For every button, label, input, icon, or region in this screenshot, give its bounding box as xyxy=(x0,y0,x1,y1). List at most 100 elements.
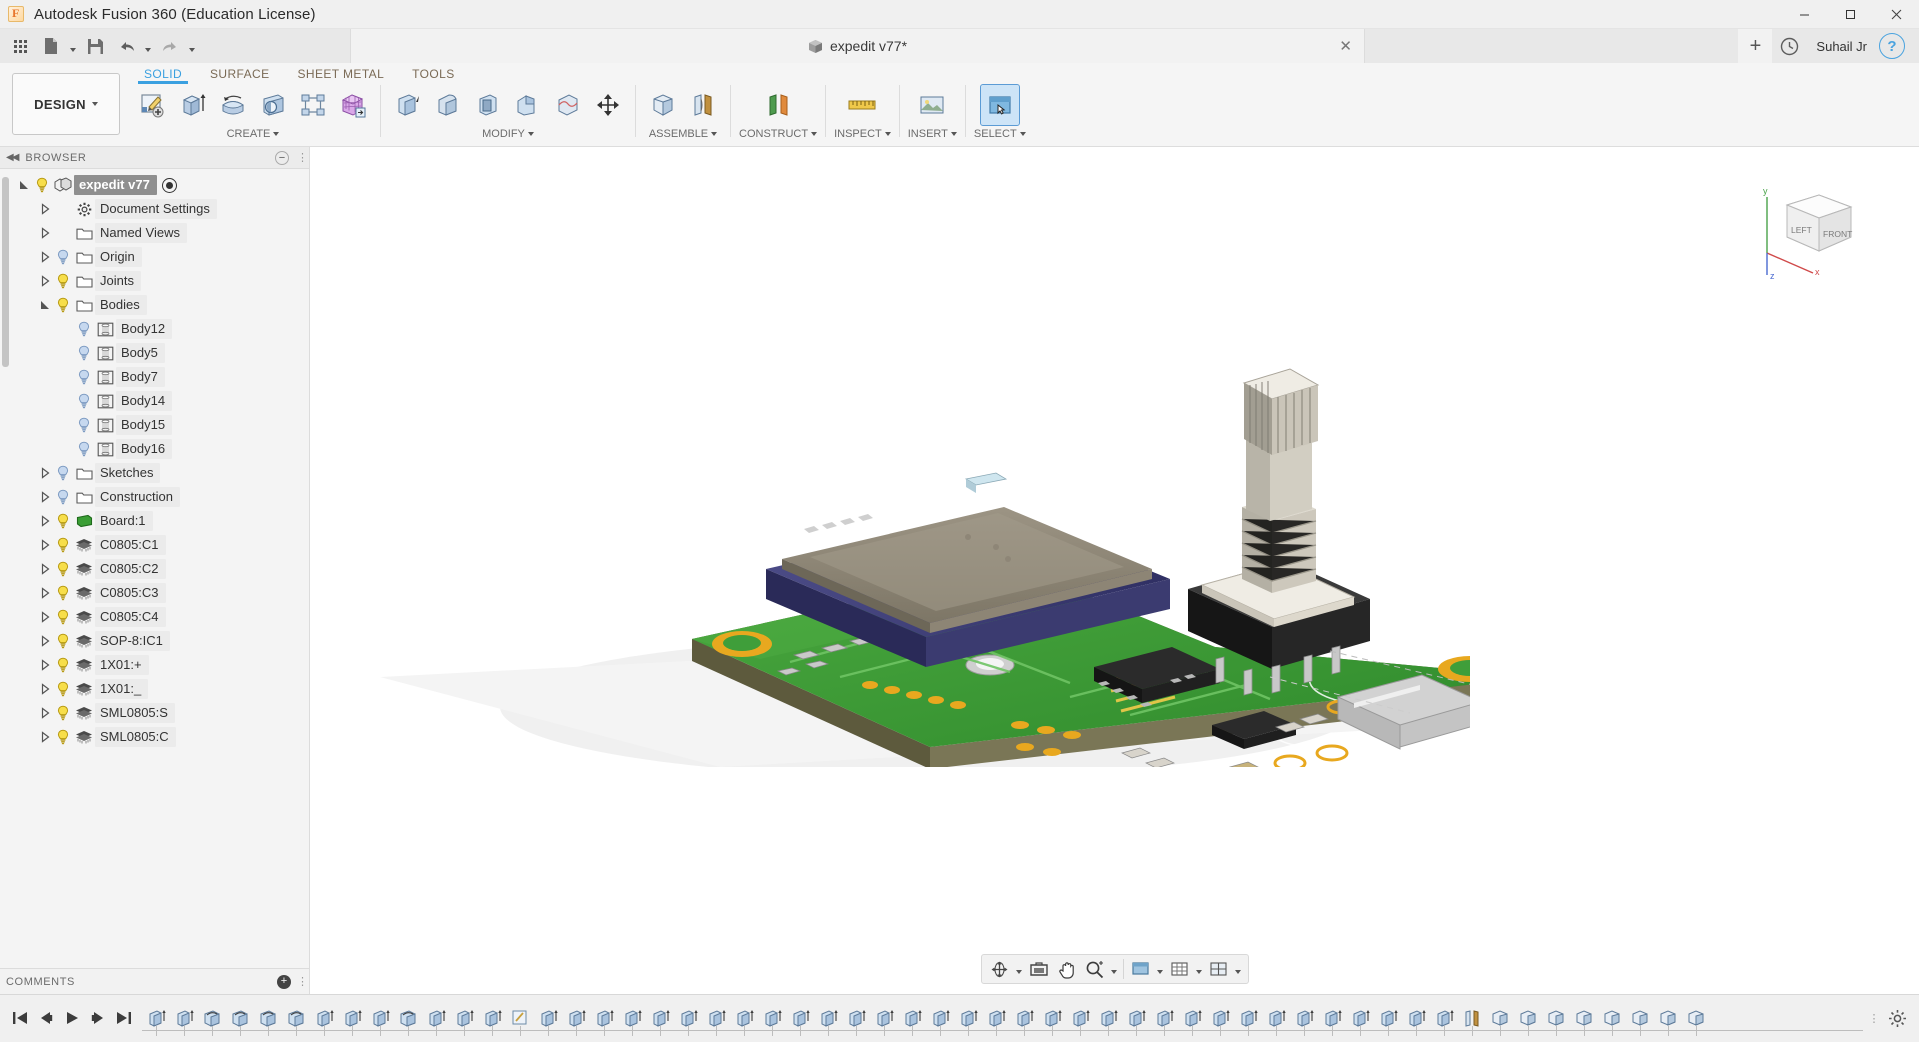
timeline-extrude-feature[interactable] xyxy=(534,995,562,1042)
timeline-extrude-feature[interactable] xyxy=(1346,995,1374,1042)
visibility-bulb-icon[interactable] xyxy=(32,173,52,197)
visibility-bulb-icon[interactable] xyxy=(53,653,73,677)
timeline-step-forward[interactable] xyxy=(86,1005,110,1031)
undo-icon[interactable] xyxy=(111,32,141,60)
visibility-bulb-icon[interactable] xyxy=(53,293,73,317)
create-mesh-button[interactable] xyxy=(334,85,372,125)
tree-item-body7[interactable]: Body7 xyxy=(0,365,309,389)
timeline-extrude-feature[interactable] xyxy=(1262,995,1290,1042)
app-grid-icon[interactable] xyxy=(5,32,35,60)
close-document-tab-button[interactable]: ✕ xyxy=(1339,37,1352,55)
help-icon[interactable]: ? xyxy=(1879,33,1905,59)
visibility-bulb-icon[interactable] xyxy=(53,533,73,557)
timeline-step-back[interactable] xyxy=(34,1005,58,1031)
timeline-extrude-feature[interactable] xyxy=(1402,995,1430,1042)
visibility-bulb-icon[interactable] xyxy=(53,677,73,701)
timeline-extrude-feature[interactable] xyxy=(1290,995,1318,1042)
timeline-component-feature[interactable] xyxy=(1570,995,1598,1042)
panel-create-title[interactable]: CREATE xyxy=(227,128,280,140)
pan-hand-icon[interactable] xyxy=(1053,956,1081,982)
tree-item-origin[interactable]: Origin xyxy=(0,245,309,269)
panel-insert-title[interactable]: INSERT xyxy=(908,128,957,140)
timeline-extrude-feature[interactable] xyxy=(1234,995,1262,1042)
timeline-go-end[interactable] xyxy=(112,1005,136,1031)
timeline-extrude-feature[interactable] xyxy=(1010,995,1038,1042)
tree-twisty-collapsed-icon[interactable] xyxy=(37,725,53,749)
tree-twisty-expanded-icon[interactable] xyxy=(37,293,53,317)
tree-twisty-collapsed-icon[interactable] xyxy=(37,245,53,269)
timeline-extrude-feature[interactable] xyxy=(954,995,982,1042)
tree-item-body15[interactable]: Body15 xyxy=(0,413,309,437)
tree-item-c0805-c3[interactable]: C0805:C3 xyxy=(0,581,309,605)
timeline-extrude-feature[interactable] xyxy=(562,995,590,1042)
tree-twisty-collapsed-icon[interactable] xyxy=(37,653,53,677)
timeline-extrude-feature[interactable] xyxy=(786,995,814,1042)
tree-twisty-expanded-icon[interactable] xyxy=(16,173,32,197)
tree-twisty-collapsed-icon[interactable] xyxy=(37,557,53,581)
browser-scrollbar[interactable] xyxy=(2,177,9,367)
split-face-button[interactable] xyxy=(549,85,587,125)
timeline-sketch-feature[interactable] xyxy=(506,995,534,1042)
timeline-component-feature[interactable] xyxy=(1682,995,1710,1042)
timeline-revolve-feature[interactable] xyxy=(394,995,422,1042)
tree-item-document-settings[interactable]: Document Settings xyxy=(0,197,309,221)
move-copy-button[interactable] xyxy=(589,85,627,125)
tree-item-body5[interactable]: Body5 xyxy=(0,341,309,365)
tree-twisty-collapsed-icon[interactable] xyxy=(37,509,53,533)
zoom-magnifier-icon[interactable] xyxy=(1081,956,1109,982)
add-comment-icon[interactable]: + xyxy=(277,974,291,989)
timeline-extrude-feature[interactable] xyxy=(310,995,338,1042)
timeline-extrude-feature[interactable] xyxy=(842,995,870,1042)
display-settings-caret-icon[interactable] xyxy=(1155,956,1166,982)
tree-item-construction[interactable]: Construction xyxy=(0,485,309,509)
timeline-extrude-feature[interactable] xyxy=(1066,995,1094,1042)
timeline-extrude-feature[interactable] xyxy=(870,995,898,1042)
visibility-bulb-icon[interactable] xyxy=(74,317,94,341)
timeline-extrude-feature[interactable] xyxy=(982,995,1010,1042)
undo-caret-icon[interactable] xyxy=(142,32,154,60)
visibility-bulb-icon[interactable] xyxy=(74,365,94,389)
comments-panel[interactable]: COMMENTS + ⋮ xyxy=(0,968,309,994)
panel-select-title[interactable]: SELECT xyxy=(974,128,1026,140)
visibility-bulb-icon[interactable] xyxy=(74,437,94,461)
grid-snaps-caret-icon[interactable] xyxy=(1194,956,1205,982)
tab-surface[interactable]: SURFACE xyxy=(196,63,283,84)
timeline-extrude-feature[interactable] xyxy=(1094,995,1122,1042)
browser-resize-grip[interactable]: ⋮ xyxy=(297,151,308,164)
pcb-model-3d[interactable] xyxy=(370,207,1470,767)
timeline-extrude-feature[interactable] xyxy=(702,995,730,1042)
timeline-extrude-feature[interactable] xyxy=(422,995,450,1042)
insert-image-button[interactable] xyxy=(913,85,951,125)
zoom-caret-icon[interactable] xyxy=(1109,956,1120,982)
timeline-revolve-feature[interactable] xyxy=(198,995,226,1042)
tree-twisty-collapsed-icon[interactable] xyxy=(37,197,53,221)
select-button[interactable] xyxy=(979,84,1020,126)
tree-item-sop-8-ic1[interactable]: SOP-8:IC1 xyxy=(0,629,309,653)
timeline-extrude-feature[interactable] xyxy=(1374,995,1402,1042)
tree-item-c0805-c1[interactable]: C0805:C1 xyxy=(0,533,309,557)
tree-item-1x01[interactable]: 1X01:_ xyxy=(0,677,309,701)
document-tab[interactable]: expedit v77* ✕ xyxy=(350,29,1365,63)
tree-twisty-collapsed-icon[interactable] xyxy=(37,533,53,557)
new-tab-button[interactable]: + xyxy=(1738,29,1773,63)
tree-twisty-collapsed-icon[interactable] xyxy=(37,677,53,701)
timeline-resize-grip[interactable]: ⋮ xyxy=(1869,1003,1880,1033)
tree-item-expedit-v77[interactable]: expedit v77 xyxy=(0,173,309,197)
tree-twisty-collapsed-icon[interactable] xyxy=(37,269,53,293)
timeline-extrude-feature[interactable] xyxy=(142,995,170,1042)
timeline-revolve-feature[interactable] xyxy=(226,995,254,1042)
minimize-window-button[interactable] xyxy=(1781,0,1827,29)
redo-icon[interactable] xyxy=(155,32,185,60)
timeline-component-feature[interactable] xyxy=(1626,995,1654,1042)
timeline-joint-feature[interactable] xyxy=(1458,995,1486,1042)
visibility-bulb-icon[interactable] xyxy=(53,485,73,509)
panel-inspect-title[interactable]: INSPECT xyxy=(834,128,891,140)
visibility-bulb-icon[interactable] xyxy=(53,605,73,629)
timeline-extrude-feature[interactable] xyxy=(338,995,366,1042)
shell-button[interactable] xyxy=(469,85,507,125)
measure-button[interactable] xyxy=(843,85,881,125)
timeline-extrude-feature[interactable] xyxy=(1430,995,1458,1042)
tree-item-named-views[interactable]: Named Views xyxy=(0,221,309,245)
visibility-bulb-icon[interactable] xyxy=(53,245,73,269)
comments-resize-grip[interactable]: ⋮ xyxy=(297,975,308,988)
